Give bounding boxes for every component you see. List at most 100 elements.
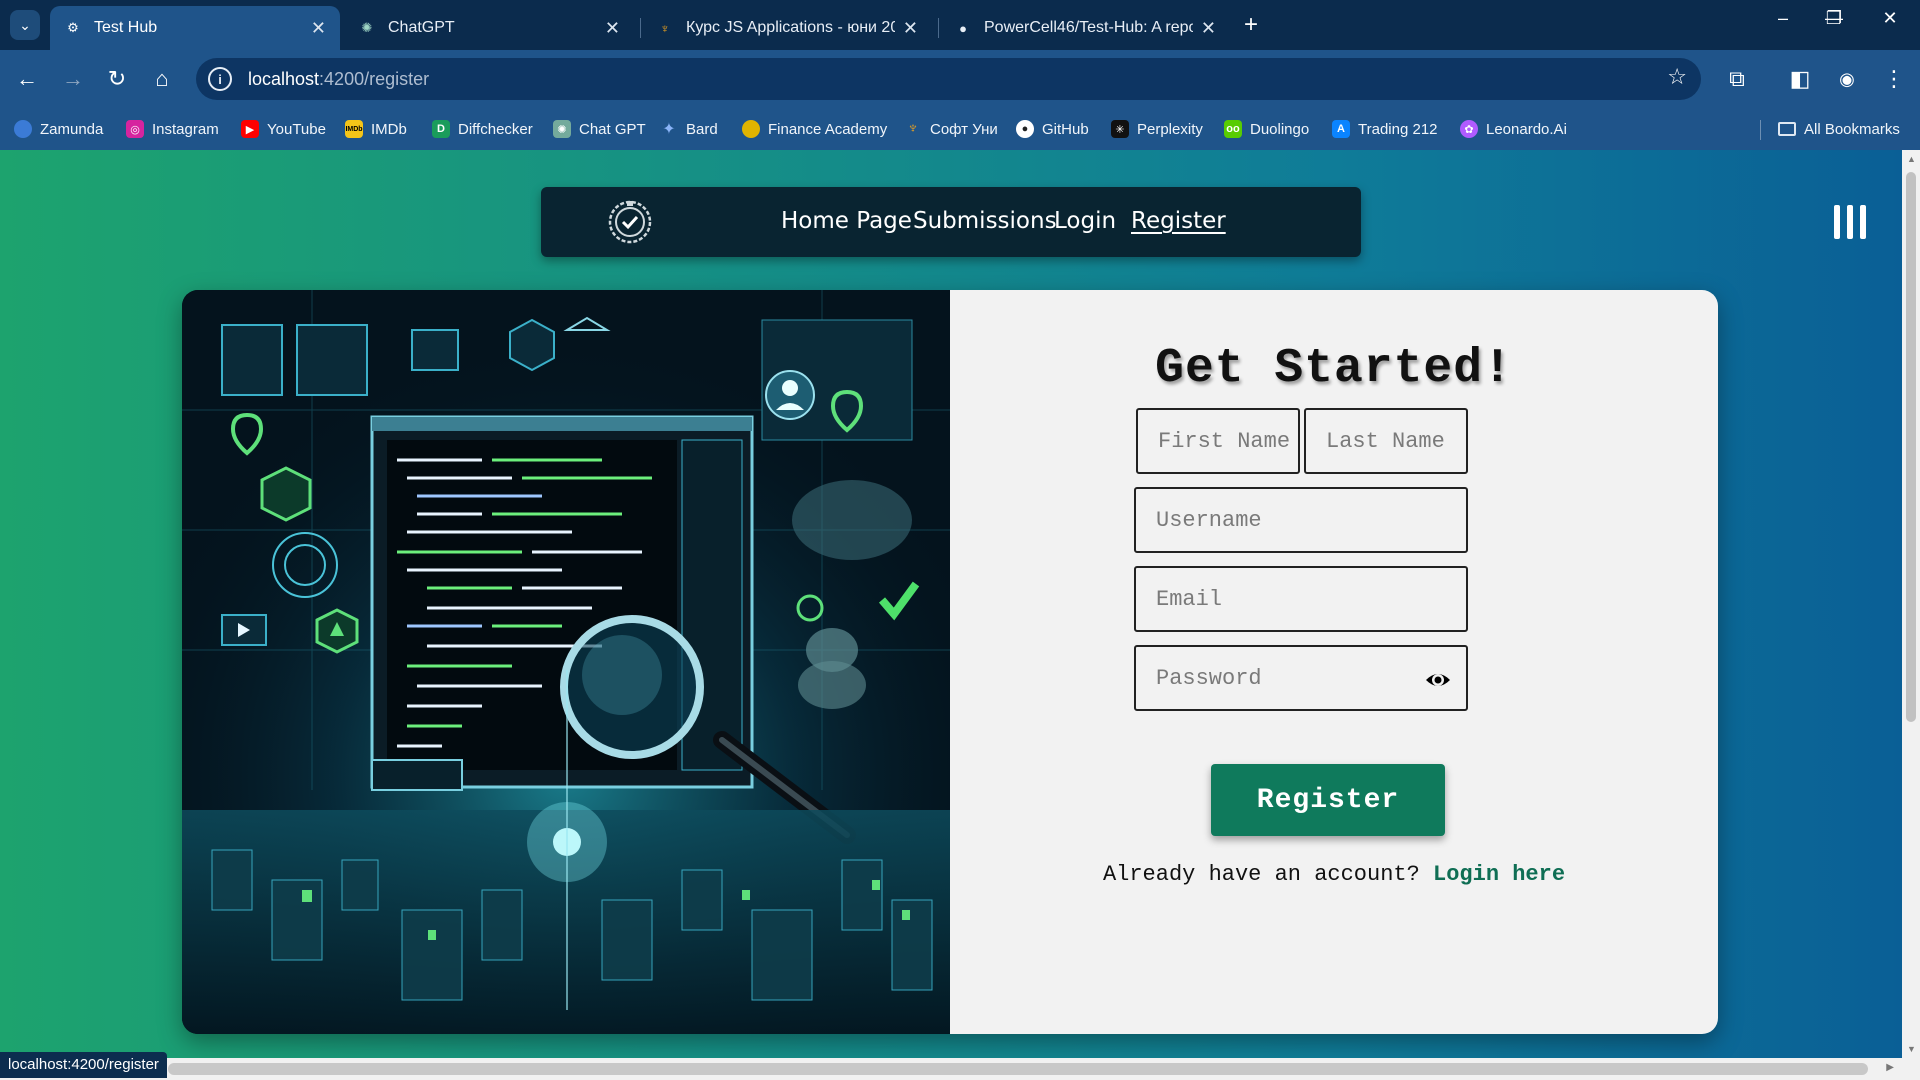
perplexity-icon: ✳	[1111, 120, 1129, 138]
login-prompt: Already have an account? Login here	[950, 862, 1718, 887]
horizontal-scroll-thumb[interactable]	[168, 1063, 1868, 1075]
restore-button[interactable]: ❐	[1814, 8, 1854, 29]
tab-chatgpt[interactable]: ✺ ChatGPT ✕	[344, 6, 634, 50]
reload-button[interactable]: ↻	[100, 62, 134, 96]
tab-title: ChatGPT	[388, 19, 455, 36]
first-name-field[interactable]	[1136, 408, 1300, 474]
password-field[interactable]	[1134, 645, 1468, 711]
tab-title: Test Hub	[94, 19, 158, 36]
bookmark-instagram[interactable]: ◎ Instagram	[126, 118, 219, 140]
bookmark-zamunda[interactable]: Zamunda	[14, 118, 103, 140]
site-info-icon[interactable]: i	[208, 67, 232, 91]
leonardo-ai-icon: ✿	[1460, 120, 1478, 138]
home-button[interactable]: ⌂	[145, 62, 179, 96]
email-input[interactable]	[1156, 586, 1466, 612]
side-panel-icon[interactable]: ◧	[1783, 62, 1817, 96]
softuni-favicon-icon: ♆	[660, 20, 670, 36]
show-password-eye-icon[interactable]	[1424, 667, 1452, 693]
register-button[interactable]: Register	[1211, 764, 1445, 836]
tab-title: PowerCell46/Test-Hub: A reposi	[984, 19, 1193, 36]
register-form-panel: Get Started! Register	[950, 290, 1718, 1034]
scroll-down-arrow-icon[interactable]: ▼	[1907, 1044, 1916, 1054]
code-review-illustration	[182, 290, 950, 1034]
close-tab-icon[interactable]: ✕	[605, 18, 620, 39]
instagram-icon: ◎	[126, 120, 144, 138]
tab-test-hub[interactable]: ⚙ Test Hub ✕	[50, 6, 340, 50]
back-button[interactable]: ←	[10, 62, 44, 96]
forward-button[interactable]: →	[56, 62, 90, 96]
finance-academy-icon	[742, 120, 760, 138]
bookmark-star-icon[interactable]: ☆	[1667, 64, 1687, 90]
bookmark-finance-academy[interactable]: Finance Academy	[742, 118, 887, 140]
profile-avatar[interactable]: ◉	[1830, 62, 1864, 96]
bookmark-duolingo[interactable]: oo Duolingo	[1224, 118, 1309, 140]
browser-menu-icon[interactable]: ⋮	[1877, 62, 1911, 96]
bookmark-perplexity[interactable]: ✳ Perplexity	[1111, 118, 1203, 140]
login-here-link[interactable]: Login here	[1433, 862, 1565, 887]
bookmark-imdb[interactable]: IMDb IMDb	[345, 118, 407, 140]
zamunda-icon	[14, 120, 32, 138]
first-name-input[interactable]	[1158, 428, 1298, 454]
username-field[interactable]	[1134, 487, 1468, 553]
close-tab-icon[interactable]: ✕	[1201, 18, 1216, 39]
test-hub-logo-icon[interactable]	[607, 199, 653, 245]
link-status-bar: localhost:4200/register	[0, 1052, 167, 1078]
all-bookmarks-folder[interactable]: All Bookmarks	[1778, 118, 1900, 140]
bookmark-diffchecker[interactable]: D Diffchecker	[432, 118, 533, 140]
minimize-icon[interactable]: –	[1763, 8, 1803, 29]
close-tab-icon[interactable]: ✕	[311, 18, 326, 39]
bookmark-softuni[interactable]: ♆ Софт Уни	[904, 118, 998, 140]
tab-separator	[640, 18, 641, 38]
youtube-icon: ▶	[241, 120, 259, 138]
address-bar[interactable]: i localhost:4200/register ☆	[196, 58, 1701, 100]
new-tab-button[interactable]: +	[1244, 10, 1258, 40]
tab-js-applications[interactable]: ♆ Курс JS Applications - юни 202 ✕	[642, 6, 932, 50]
close-window-button[interactable]: ✕	[1870, 8, 1910, 29]
vertical-scroll-thumb[interactable]	[1906, 172, 1916, 722]
hamburger-menu-icon[interactable]	[1834, 205, 1866, 239]
last-name-field[interactable]	[1304, 408, 1468, 474]
chatgpt-icon: ✺	[553, 120, 571, 138]
extensions-icon[interactable]: ⧉	[1720, 62, 1754, 96]
browser-tab-strip: ⌄ ⚙ Test Hub ✕ ✺ ChatGPT ✕ ♆ Курс JS App…	[0, 0, 1920, 50]
email-field[interactable]	[1134, 566, 1468, 632]
bookmarks-bar: Zamunda ◎ Instagram ▶ YouTube IMDb IMDb D Di…	[0, 108, 1920, 150]
nav-register[interactable]: Register	[1131, 208, 1226, 234]
imdb-icon: IMDb	[345, 120, 363, 138]
tab-title: Курс JS Applications - юни 202	[686, 19, 895, 36]
bookmark-trading-212[interactable]: A Trading 212	[1332, 118, 1438, 140]
folder-icon	[1778, 122, 1796, 136]
bookmark-bard[interactable]: ✦ Bard	[660, 118, 717, 140]
github-icon: ●	[1016, 120, 1034, 138]
form-title: Get Started!	[1155, 342, 1513, 396]
trading-212-icon: A	[1332, 120, 1350, 138]
nav-login[interactable]: Login	[1054, 208, 1116, 234]
bard-sparkle-icon: ✦	[662, 121, 676, 138]
scroll-right-arrow-icon[interactable]: ▶	[1886, 1062, 1894, 1073]
softuni-icon: ♆	[907, 120, 919, 137]
tab-github-repo[interactable]: ● PowerCell46/Test-Hub: A reposi ✕	[940, 6, 1230, 50]
close-tab-icon[interactable]: ✕	[903, 18, 918, 39]
already-have-account-text: Already have an account?	[1102, 862, 1420, 887]
vertical-scrollbar[interactable]: ▲ ▼	[1902, 150, 1920, 1058]
horizontal-scrollbar[interactable]: ▶	[0, 1058, 1920, 1080]
diffchecker-icon: D	[432, 120, 450, 138]
nav-home-page[interactable]: Home Page	[781, 208, 912, 234]
bookmark-youtube[interactable]: ▶ YouTube	[241, 118, 326, 140]
test-hub-favicon-icon: ⚙	[67, 20, 79, 35]
register-card: Get Started! Register	[182, 290, 1718, 1034]
site-navbar: Home Page Submissions Login Register	[541, 187, 1361, 257]
scroll-up-arrow-icon[interactable]: ▲	[1907, 154, 1916, 164]
page-viewport: Home Page Submissions Login Register Get…	[0, 150, 1902, 1058]
last-name-input[interactable]	[1326, 428, 1466, 454]
bookmarks-separator	[1760, 120, 1761, 140]
nav-submissions[interactable]: Submissions	[913, 208, 1057, 234]
username-input[interactable]	[1156, 507, 1466, 533]
url-text: localhost:4200/register	[248, 68, 430, 89]
duolingo-icon: oo	[1224, 120, 1242, 138]
bookmark-github[interactable]: ● GitHub	[1016, 118, 1089, 140]
tab-search-button[interactable]: ⌄	[10, 10, 40, 40]
password-input[interactable]	[1156, 665, 1466, 691]
bookmark-chatgpt[interactable]: ✺ Chat GPT	[553, 118, 646, 140]
bookmark-leonardo-ai[interactable]: ✿ Leonardo.Ai	[1460, 118, 1567, 140]
